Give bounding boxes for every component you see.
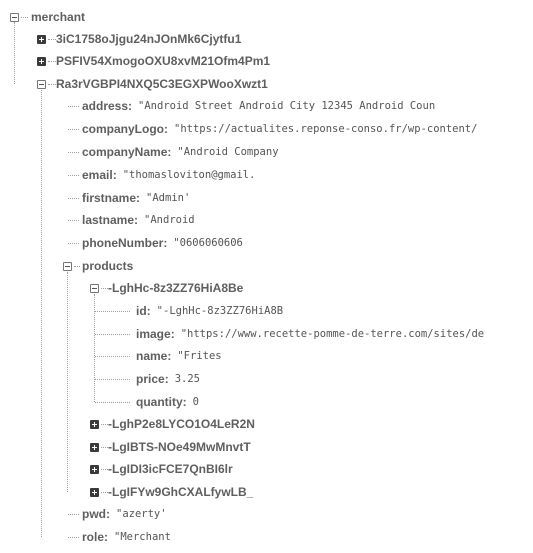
field-value[interactable]: "Frites bbox=[177, 350, 221, 362]
field-value[interactable]: "Android bbox=[144, 214, 195, 226]
field-value[interactable]: "Merchant bbox=[114, 531, 171, 543]
field-lastname[interactable]: lastname: "Android bbox=[68, 210, 195, 230]
field-pwd[interactable]: pwd: "azerty' bbox=[68, 504, 167, 524]
field-value[interactable]: "Android Company bbox=[177, 146, 278, 158]
field-key: companyName bbox=[82, 145, 168, 159]
node-label: Ra3rVGBPI4NXQ5C3EGXPWooXwzt1 bbox=[56, 77, 268, 91]
field-value[interactable]: "-LghHc-8z3ZZ76HiA8B bbox=[157, 305, 283, 317]
expand-icon[interactable] bbox=[90, 464, 99, 474]
field-value[interactable]: "thomasloviton@gmail.co bbox=[123, 169, 253, 181]
field-key: pwd bbox=[82, 507, 106, 521]
node-label: -LgIDI3icFCE7QnBI6lr bbox=[108, 462, 233, 476]
field-value[interactable]: "Android Street Android City 12345 Andro… bbox=[138, 100, 435, 112]
field-email[interactable]: email: "thomasloviton@gmail.co bbox=[68, 165, 253, 185]
expand-icon[interactable] bbox=[37, 34, 46, 44]
node-label: -LgIBTS-NOe49MwMnvtT bbox=[108, 440, 251, 454]
tree-node-products[interactable]: products bbox=[63, 256, 133, 276]
field-value[interactable]: 3.25 bbox=[175, 373, 200, 385]
field-role[interactable]: role: "Merchant bbox=[68, 527, 171, 547]
field-value[interactable]: "0606060606 bbox=[173, 237, 243, 249]
node-label: products bbox=[82, 259, 134, 273]
collapse-icon[interactable] bbox=[63, 261, 72, 271]
field-key: phoneNumber bbox=[82, 236, 164, 250]
field-address[interactable]: address: "Android Street Android City 12… bbox=[68, 96, 435, 116]
tree-node-merchant-1[interactable]: 3iC1758oJjgu24nJOnMk6Cjytfu1 bbox=[37, 29, 241, 49]
collapse-icon[interactable] bbox=[90, 283, 99, 293]
collapse-icon[interactable] bbox=[37, 79, 46, 89]
tree-node-product-2[interactable]: -LghP2e8LYCO1O4LeR2N bbox=[90, 414, 255, 434]
field-value[interactable]: "Admin' bbox=[146, 192, 190, 204]
field-key: price bbox=[136, 372, 165, 386]
tree-node-merchant-3[interactable]: Ra3rVGBPI4NXQ5C3EGXPWooXwzt1 bbox=[37, 74, 268, 94]
field-company-name[interactable]: companyName: "Android Company bbox=[68, 142, 279, 162]
expand-icon[interactable] bbox=[90, 487, 99, 497]
collapse-icon[interactable] bbox=[10, 12, 19, 22]
field-value[interactable]: 0 bbox=[193, 396, 199, 408]
field-key: companyLogo bbox=[82, 122, 165, 136]
field-key: role bbox=[82, 530, 105, 544]
field-value[interactable]: "azerty' bbox=[116, 508, 167, 520]
field-key: name bbox=[136, 349, 168, 363]
field-key: id bbox=[136, 304, 147, 318]
field-value[interactable]: "https://actualites.reponse-conso.fr/wp-… bbox=[174, 123, 477, 135]
node-label: 3iC1758oJjgu24nJOnMk6Cjytfu1 bbox=[56, 32, 242, 46]
tree-node-product-1[interactable]: -LghHc-8z3ZZ76HiA8Be bbox=[90, 278, 243, 298]
product-field-id[interactable]: id: "-LghHc-8z3ZZ76HiA8B bbox=[95, 301, 283, 321]
node-label: -LghHc-8z3ZZ76HiA8Be bbox=[108, 281, 244, 295]
product-field-quantity[interactable]: quantity: 0 bbox=[95, 392, 199, 412]
node-label: PSFIV54XmogoOXU8xvM21Ofm4Pm1 bbox=[56, 54, 271, 68]
tree-node-product-4[interactable]: -LgIDI3icFCE7QnBI6lr bbox=[90, 459, 233, 479]
node-label: -LghP2e8LYCO1O4LeR2N bbox=[108, 417, 255, 431]
tree-node-product-3[interactable]: -LgIBTS-NOe49MwMnvtT bbox=[90, 437, 251, 457]
field-key: firstname bbox=[82, 191, 137, 205]
product-field-image[interactable]: image: "https://www.recette-pomme-de-ter… bbox=[95, 324, 484, 344]
field-value[interactable]: "https://www.recette-pomme-de-terre.com/… bbox=[181, 328, 484, 340]
tree-node-product-5[interactable]: -LgIFYw9GhCXALfywLB_ bbox=[90, 482, 253, 502]
field-key: email bbox=[82, 168, 113, 182]
field-company-logo[interactable]: companyLogo: "https://actualites.reponse… bbox=[68, 119, 477, 139]
node-label: -LgIFYw9GhCXALfywLB_ bbox=[108, 485, 254, 499]
product-field-name[interactable]: name: "Frites bbox=[95, 346, 222, 366]
expand-icon[interactable] bbox=[90, 442, 99, 452]
field-key: image bbox=[136, 327, 171, 341]
field-phone-number[interactable]: phoneNumber: "0606060606 bbox=[68, 233, 243, 253]
expand-icon[interactable] bbox=[37, 56, 46, 66]
field-key: lastname bbox=[82, 213, 135, 227]
tree-node-merchant-2[interactable]: PSFIV54XmogoOXU8xvM21Ofm4Pm1 bbox=[37, 51, 270, 71]
expand-icon[interactable] bbox=[90, 419, 99, 429]
field-firstname[interactable]: firstname: "Admin' bbox=[68, 188, 190, 208]
tree-node-merchant[interactable]: merchant bbox=[10, 7, 85, 27]
field-key: address bbox=[82, 99, 129, 113]
product-field-price[interactable]: price: 3.25 bbox=[95, 369, 200, 389]
field-key: quantity bbox=[136, 395, 183, 409]
node-label: merchant bbox=[31, 10, 86, 24]
